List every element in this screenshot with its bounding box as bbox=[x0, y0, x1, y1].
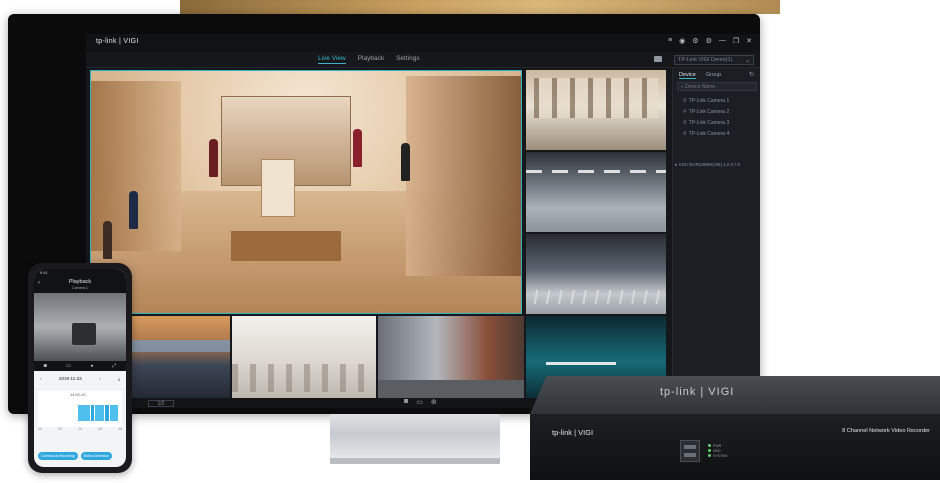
nvr-front-logo: tp-link | VIGI bbox=[552, 428, 594, 437]
record-icon[interactable]: ▭ bbox=[66, 363, 71, 369]
prev-day-icon[interactable]: ‹ bbox=[40, 376, 42, 381]
title-bar: tp-link | VIGI ≡ ◉ ⚙ ⚙ — ❐ ✕ bbox=[86, 34, 760, 52]
tab-device[interactable]: Device bbox=[679, 72, 696, 79]
speaker-icon[interactable]: ◂ bbox=[90, 363, 93, 369]
snapshot-icon[interactable]: ◙ bbox=[404, 398, 408, 406]
phone: 9:41 ‹ Playback Camera 1 ◙ ▭ ◂ ⤢ ‹ 2019-… bbox=[28, 263, 132, 473]
snapshot-icon[interactable]: ◙ bbox=[44, 363, 47, 369]
camera-icon: ⚲ bbox=[683, 98, 687, 104]
motion-detection-button[interactable]: Motion Detection bbox=[80, 452, 113, 460]
phone-header: ‹ Playback Camera 1 bbox=[34, 277, 126, 293]
tab-group[interactable]: Group bbox=[706, 72, 721, 79]
panel-tabs: Device Group bbox=[679, 72, 721, 79]
close-icon[interactable]: ✕ bbox=[746, 37, 752, 45]
nvr-client-window: tp-link | VIGI ≡ ◉ ⚙ ⚙ — ❐ ✕ Live View P… bbox=[86, 34, 760, 408]
main-tabs: Live View Playback Settings bbox=[318, 55, 420, 64]
fullscreen-icon[interactable]: ⤢ bbox=[112, 363, 116, 369]
status-leds: PWR HDD SYSTEM bbox=[708, 444, 727, 459]
phone-timeline[interactable]: 14:02:10 bbox=[38, 391, 122, 427]
device-search-input[interactable]: ⌕ Device Name bbox=[677, 82, 757, 91]
menu-icon[interactable]: ≡ bbox=[668, 37, 672, 45]
gear-icon[interactable]: ⚙ bbox=[706, 37, 712, 45]
recording-bars bbox=[78, 405, 118, 421]
continuous-recording-button[interactable]: Continuous Recording bbox=[38, 452, 78, 460]
record-icon[interactable]: ▭ bbox=[416, 398, 423, 406]
nvr-front-panel: tp-link | VIGI 8 Channel Network Video R… bbox=[530, 414, 940, 480]
playback-controls: ◙ ▭ ⊕ bbox=[404, 398, 437, 406]
restore-icon[interactable]: ❐ bbox=[733, 37, 739, 45]
device-dropdown[interactable]: TP-Link VIGI Demo(1) ⌄ bbox=[674, 55, 754, 65]
download-icon[interactable]: ⤓ bbox=[118, 376, 120, 381]
phone-date-bar: ‹ 2019-11-23 › ⤓ bbox=[34, 373, 126, 383]
visitor bbox=[353, 129, 362, 167]
camera-list: ⚲ TP-Link Camera 1 ⚲ TP-Link Camera 2 ⚲ TP-… bbox=[679, 96, 759, 140]
next-day-icon[interactable]: › bbox=[99, 376, 101, 381]
refresh-icon[interactable]: ↻ bbox=[749, 71, 754, 78]
nvr-model-label: 8 Channel Network Video Recorder bbox=[842, 428, 930, 434]
list-item[interactable]: ⚲ TP-Link Camera 3 bbox=[679, 118, 759, 129]
app-logo: tp-link | VIGI bbox=[96, 38, 139, 45]
phone-time: 14:02:10 bbox=[70, 392, 86, 397]
nvr-device: tp-link | VIGI tp-link | VIGI 8 Channel … bbox=[530, 376, 940, 480]
camera-icon: ⚲ bbox=[683, 120, 687, 126]
device-panel: Device Group ↻ ⌕ Device Name ⚲ TP-Link Ca… bbox=[672, 68, 760, 398]
nvr-device-row[interactable]: ▸ VIGI NVR1008H(UN) 1.0 0 / 8 bbox=[675, 162, 759, 168]
page-indicator[interactable]: 1/2 bbox=[148, 400, 174, 407]
video-grid bbox=[86, 68, 666, 398]
list-item[interactable]: ⚲ TP-Link Camera 1 bbox=[679, 96, 759, 107]
recording-type-buttons: Continuous Recording Motion Detection bbox=[38, 452, 113, 460]
notification-icon[interactable]: ◉ bbox=[679, 37, 685, 45]
zoom-icon[interactable]: ⊕ bbox=[431, 398, 437, 406]
phone-video[interactable] bbox=[34, 293, 126, 361]
tab-live-view[interactable]: Live View bbox=[318, 55, 346, 64]
camera-icon: ⚲ bbox=[683, 131, 687, 137]
visitor bbox=[401, 143, 410, 181]
camera-tile-street[interactable] bbox=[378, 316, 524, 398]
phone-date[interactable]: 2019-11-23 bbox=[59, 376, 82, 381]
timeline-ticks: 12 13 14 15 16 bbox=[38, 427, 122, 431]
back-icon[interactable]: ‹ bbox=[38, 280, 40, 286]
phone-screen: 9:41 ‹ Playback Camera 1 ◙ ▭ ◂ ⤢ ‹ 2019-… bbox=[34, 269, 126, 467]
phone-status-bar: 9:41 bbox=[34, 269, 126, 277]
folder-icon[interactable] bbox=[654, 56, 662, 62]
top-nav: Live View Playback Settings TP-Link VIGI… bbox=[86, 52, 760, 68]
nvr-top-logo: tp-link | VIGI bbox=[660, 386, 735, 398]
background-photo-strip bbox=[180, 0, 780, 14]
camera-tile-hall[interactable] bbox=[526, 70, 666, 150]
camera-tile-museum[interactable] bbox=[90, 70, 522, 314]
product-showcase: tp-link | VIGI ≡ ◉ ⚙ ⚙ — ❐ ✕ Live View P… bbox=[0, 0, 940, 483]
camera-icon: ⚲ bbox=[683, 109, 687, 115]
camera-tile-atrium[interactable] bbox=[232, 316, 376, 398]
device-dropdown-value: TP-Link VIGI Demo(1) bbox=[678, 57, 733, 63]
window-controls: ≡ ◉ ⚙ ⚙ — ❐ ✕ bbox=[668, 37, 752, 45]
tab-playback[interactable]: Playback bbox=[358, 55, 384, 64]
camera-tile-garage[interactable] bbox=[526, 152, 666, 232]
phone-subtitle: Camera 1 bbox=[72, 286, 88, 290]
tab-settings[interactable]: Settings bbox=[396, 55, 420, 64]
nvr-top-cover: tp-link | VIGI bbox=[530, 376, 940, 414]
usb-port-icon bbox=[680, 440, 700, 462]
settings-icon[interactable]: ⚙ bbox=[692, 37, 698, 45]
phone-title: Playback bbox=[68, 279, 92, 285]
chevron-down-icon: ⌄ bbox=[744, 58, 750, 64]
minimize-icon[interactable]: — bbox=[719, 37, 726, 45]
visitor bbox=[103, 221, 112, 259]
list-item[interactable]: ⚲ TP-Link Camera 2 bbox=[679, 107, 759, 118]
phone-toolbar: ◙ ▭ ◂ ⤢ bbox=[34, 361, 126, 371]
visitor bbox=[129, 191, 138, 229]
monitor-stand bbox=[330, 414, 500, 464]
visitor bbox=[209, 139, 218, 177]
camera-tile-parking[interactable] bbox=[526, 234, 666, 314]
list-item[interactable]: ⚲ TP-Link Camera 4 bbox=[679, 129, 759, 140]
